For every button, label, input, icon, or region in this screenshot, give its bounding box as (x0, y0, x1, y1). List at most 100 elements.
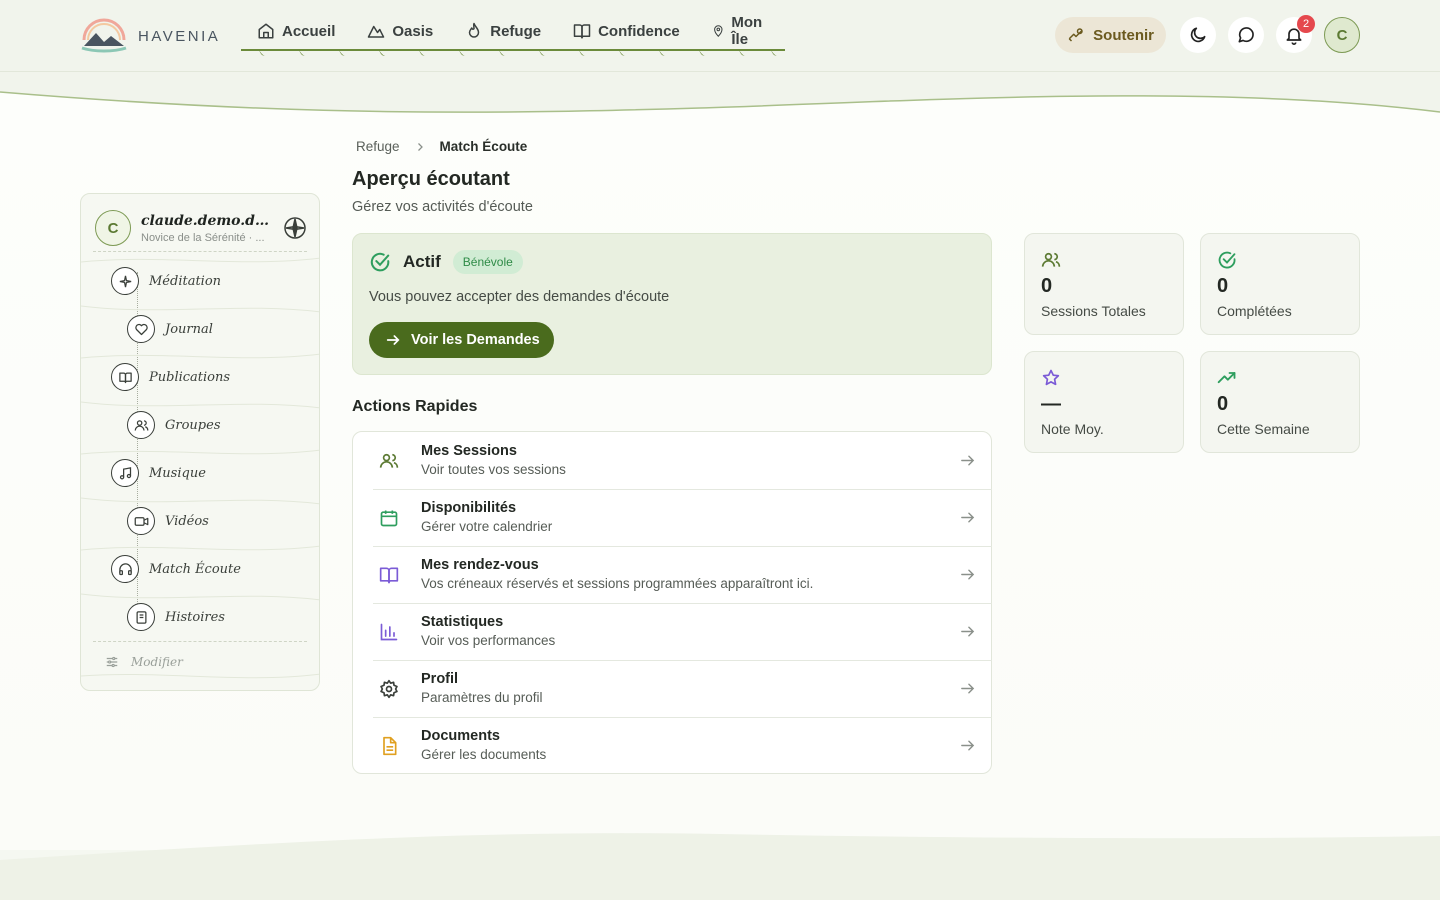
sidebar-item-label: Publications (149, 369, 231, 385)
stat-label: Cette Semaine (1217, 421, 1310, 437)
chevron-right-icon (417, 142, 423, 151)
action-profil[interactable]: Profil Paramètres du profil (353, 660, 992, 717)
action-disponibilites[interactable]: Disponibilités Gérer votre calendrier (353, 489, 992, 546)
arrow-right-icon (961, 569, 975, 580)
sidebar-item-match-ecoute[interactable]: Match Écoute (111, 549, 241, 589)
notification-count-badge: 2 (1297, 15, 1315, 33)
stat-completees: 0 Complétées (1200, 233, 1360, 335)
action-text: Profil Paramètres du profil (421, 671, 543, 705)
action-text: Disponibilités Gérer votre calendrier (421, 500, 552, 534)
arrow-right-icon (961, 626, 975, 637)
sidebar-item-histoires[interactable]: Histoires (127, 597, 225, 637)
stat-value: — (1041, 393, 1061, 415)
mountain-icon (368, 25, 385, 38)
breadcrumb: Refuge Match Écoute (356, 139, 527, 154)
sidebar-item-label: Journal (165, 321, 213, 337)
action-mes-rendez-vous[interactable]: Mes rendez-vous Vos créneaux réservés et… (353, 546, 992, 603)
arrow-right-icon (961, 740, 975, 751)
stat-note-moyenne: — Note Moy. (1024, 351, 1184, 453)
breadcrumb-refuge-link[interactable]: Refuge (356, 139, 400, 154)
stat-value: 0 (1217, 275, 1229, 297)
video-icon (127, 507, 155, 535)
messages-button[interactable] (1228, 17, 1264, 53)
nav-label: Oasis (392, 22, 434, 40)
arrow-right-icon (386, 335, 400, 345)
check-circle-icon (1218, 251, 1236, 269)
stat-cette-semaine: 0 Cette Semaine (1200, 351, 1360, 453)
arrow-right-icon (961, 455, 975, 466)
sidebar-item-musique[interactable]: Musique (111, 453, 206, 493)
theme-toggle-button[interactable] (1180, 17, 1216, 53)
support-button[interactable]: Soutenir (1055, 17, 1166, 53)
page-subtitle: Gérez vos activités d'écoute (352, 199, 533, 215)
action-mes-sessions[interactable]: Mes Sessions Voir toutes vos sessions (353, 432, 992, 489)
sidebar-item-groupes[interactable]: Groupes (127, 405, 221, 445)
sidebar-user-info: claude.demo.des... Novice de la Sérénité… (141, 213, 273, 244)
action-text: Statistiques Voir vos performances (421, 614, 555, 648)
book-open-icon (379, 567, 399, 584)
action-description: Voir toutes vos sessions (421, 462, 566, 477)
stat-label: Sessions Totales (1041, 303, 1146, 319)
calendar-icon (380, 510, 398, 527)
action-title: Profil (421, 671, 459, 687)
sidebar-avatar[interactable]: C (95, 210, 131, 246)
action-title: Disponibilités (421, 500, 517, 516)
action-description: Voir vos performances (421, 633, 556, 648)
brand-logo[interactable]: HAVENIA (80, 16, 220, 56)
brand-name: HAVENIA (138, 27, 221, 45)
arrow-right-icon (961, 683, 975, 694)
stat-sessions-totales: 0 Sessions Totales (1024, 233, 1184, 335)
sidebar-item-label: Musique (149, 465, 206, 481)
moon-icon (1190, 27, 1206, 43)
home-icon (258, 23, 274, 39)
trending-up-icon (1217, 372, 1236, 384)
hand-coins-icon (1068, 28, 1083, 42)
sidebar-item-meditation[interactable]: Méditation (111, 261, 221, 301)
view-requests-label: Voir les Demandes (411, 332, 540, 348)
notifications-button[interactable]: 2 (1276, 15, 1315, 53)
music-icon (111, 459, 139, 487)
sidebar-user-name: claude.demo.des... (141, 212, 273, 229)
action-text: Documents Gérer les documents (421, 728, 546, 762)
action-title: Statistiques (421, 614, 504, 630)
sidebar-item-publications[interactable]: Publications (111, 357, 230, 397)
action-text: Mes rendez-vous Vos créneaux réservés et… (421, 557, 813, 591)
heart-icon (127, 315, 155, 343)
users-icon (379, 453, 399, 468)
message-circle-icon (1238, 27, 1254, 43)
gear-icon (380, 679, 398, 699)
action-documents[interactable]: Documents Gérer les documents (353, 717, 992, 774)
sidebar-user-level: Novice de la Sérénité · ... (141, 231, 265, 244)
page-title: Aperçu écoutant (352, 168, 510, 190)
quick-actions-list: Mes Sessions Voir toutes vos sessions Di… (352, 431, 992, 774)
sidebar-item-label: Match Écoute (149, 561, 241, 577)
flame-icon (468, 22, 480, 38)
sidebar: C claude.demo.des... Novice de la Séréni… (80, 193, 320, 691)
stat-value: 0 (1217, 393, 1229, 415)
nav-label: Mon Île (731, 14, 763, 48)
action-title: Mes Sessions (421, 443, 517, 459)
action-statistiques[interactable]: Statistiques Voir vos performances (353, 603, 992, 660)
sidebar-user: C claude.demo.des... Novice de la Séréni… (95, 204, 307, 252)
users-icon (1041, 252, 1061, 267)
nav-label: Confidence (598, 22, 680, 40)
status-role-badge: Bénévole (452, 250, 523, 274)
top-wave-decoration (0, 72, 1440, 113)
stat-label: Note Moy. (1041, 421, 1104, 437)
sidebar-item-journal[interactable]: Journal (127, 309, 213, 349)
headphones-icon (111, 555, 139, 583)
view-requests-button[interactable]: Voir les Demandes (369, 322, 554, 358)
status-label: Actif (403, 252, 441, 271)
sidebar-modify-button[interactable]: Modifier (105, 655, 183, 669)
sidebar-item-videos[interactable]: Vidéos (127, 501, 209, 541)
nav-label: Refuge (490, 22, 542, 40)
bottom-wave-decoration (0, 833, 1440, 900)
sidebar-divider (93, 641, 307, 642)
user-avatar[interactable]: C (1324, 17, 1360, 53)
compass-icon[interactable] (283, 216, 307, 240)
notebook-icon (127, 603, 155, 631)
status-row: Actif Bénévole (369, 250, 523, 274)
support-label: Soutenir (1093, 26, 1154, 44)
sidebar-item-label: Méditation (149, 273, 222, 289)
action-description: Vos créneaux réservés et sessions progra… (421, 576, 814, 591)
